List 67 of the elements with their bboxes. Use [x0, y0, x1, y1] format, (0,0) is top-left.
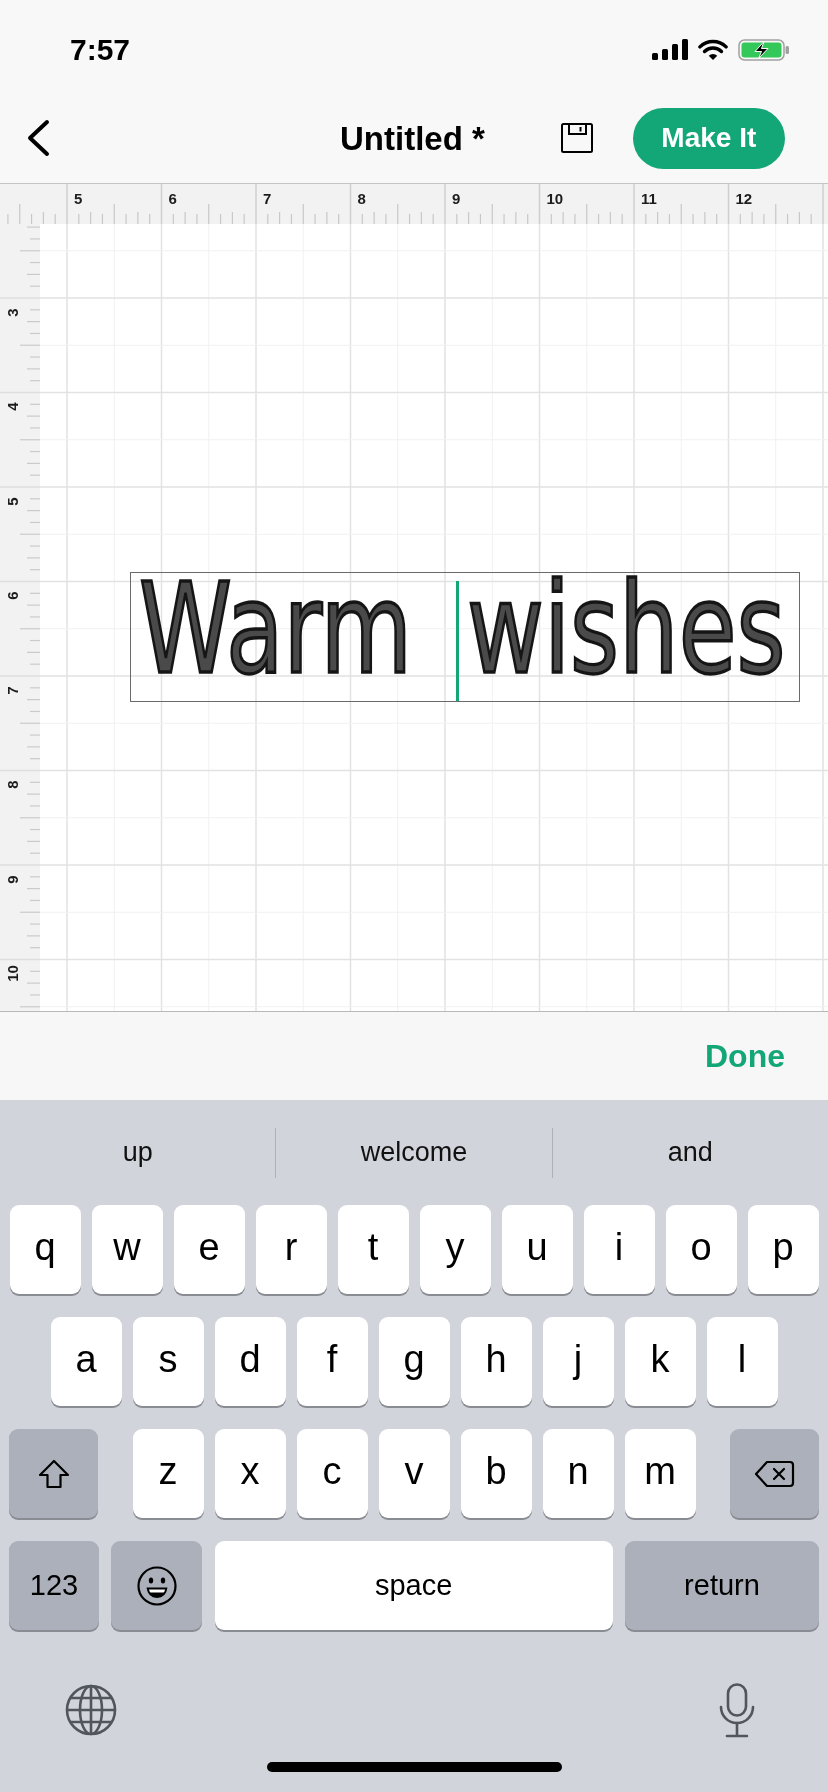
numbers-key[interactable]: 123: [9, 1541, 99, 1630]
return-key[interactable]: return: [625, 1541, 819, 1630]
letter-key[interactable]: z: [132, 1429, 204, 1518]
backspace-icon: [754, 1459, 795, 1488]
letter-key[interactable]: a: [50, 1317, 122, 1406]
letter-key[interactable]: s: [132, 1317, 204, 1406]
shift-icon: [37, 1458, 70, 1489]
letter-key[interactable]: t: [337, 1205, 409, 1294]
delete-key[interactable]: [730, 1429, 819, 1518]
ruler-label: 10: [4, 965, 20, 982]
letter-key[interactable]: i: [583, 1205, 655, 1294]
letter-key[interactable]: q: [9, 1205, 81, 1294]
letter-key[interactable]: o: [665, 1205, 737, 1294]
ruler-label: 12: [735, 191, 753, 206]
letter-key[interactable]: r: [255, 1205, 327, 1294]
wifi-icon: [698, 38, 728, 61]
ruler-label: 11: [641, 191, 657, 206]
ruler-label: 6: [4, 591, 20, 600]
letter-key[interactable]: g: [378, 1317, 450, 1406]
smiley-face-icon: [136, 1565, 177, 1606]
letter-key[interactable]: h: [460, 1317, 532, 1406]
suggestion[interactable]: and: [667, 1139, 713, 1166]
canvas-text: Warm: [139, 578, 413, 679]
save-icon: [560, 123, 593, 154]
ruler-label: 10: [546, 191, 564, 206]
ruler-label: 5: [74, 191, 83, 206]
status-time: 7:57: [70, 34, 131, 65]
save-button[interactable]: [560, 123, 593, 154]
space-key[interactable]: space: [214, 1541, 613, 1630]
chevron-left-icon: [26, 119, 50, 158]
letter-key[interactable]: u: [501, 1205, 573, 1294]
letter-key[interactable]: j: [542, 1317, 614, 1406]
document-title: Untitled *: [340, 121, 485, 155]
ruler-label: 5: [4, 496, 20, 506]
ruler-label: 8: [357, 191, 366, 206]
signal-icon: [652, 39, 688, 61]
emoji-key[interactable]: [111, 1541, 203, 1630]
suggestion[interactable]: welcome: [360, 1139, 468, 1166]
ruler-label: 8: [4, 780, 20, 789]
suggestion[interactable]: up: [122, 1139, 153, 1166]
shift-key[interactable]: [9, 1429, 98, 1518]
ruler-label: 3: [4, 307, 20, 317]
battery-charging-icon: [738, 38, 790, 61]
globe-icon[interactable]: [65, 1684, 117, 1736]
ruler-label: 6: [168, 191, 177, 206]
letter-key[interactable]: m: [624, 1429, 696, 1518]
letter-key[interactable]: y: [419, 1205, 491, 1294]
letter-key[interactable]: d: [214, 1317, 286, 1406]
letter-key[interactable]: v: [378, 1429, 450, 1518]
ruler-label: 7: [4, 685, 20, 695]
letter-key[interactable]: p: [747, 1205, 819, 1294]
letter-key[interactable]: w: [91, 1205, 163, 1294]
ruler-label: 7: [263, 191, 272, 206]
letter-key[interactable]: c: [296, 1429, 368, 1518]
ruler-label: 9: [452, 191, 461, 206]
ruler-label: 4: [4, 402, 20, 411]
letter-key[interactable]: k: [624, 1317, 696, 1406]
letter-key[interactable]: b: [460, 1429, 532, 1518]
canvas-text: wishes: [467, 578, 786, 679]
letter-key[interactable]: x: [214, 1429, 286, 1518]
letter-key[interactable]: l: [706, 1317, 778, 1406]
letter-key[interactable]: e: [173, 1205, 245, 1294]
microphone-icon[interactable]: [718, 1682, 756, 1738]
letter-key[interactable]: n: [542, 1429, 614, 1518]
ruler-label: 9: [4, 874, 20, 884]
letter-key[interactable]: f: [296, 1317, 368, 1406]
back-button[interactable]: [26, 119, 50, 158]
